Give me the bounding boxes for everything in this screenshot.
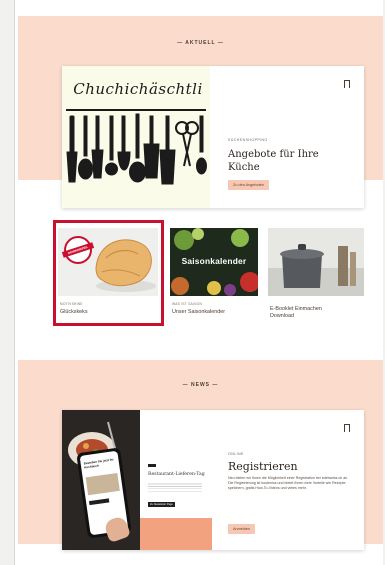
registration-image[interactable]: Bestellen Sie jetzt Ihr Kochbuch Restaur… bbox=[62, 410, 212, 550]
registration-card[interactable]: Bestellen Sie jetzt Ihr Kochbuch Restaur… bbox=[62, 410, 364, 550]
phone-button bbox=[88, 498, 110, 506]
register-button[interactable]: Anmelden bbox=[228, 524, 256, 534]
desktop-button: Zu Newsletter Page bbox=[148, 502, 175, 507]
tile-title[interactable]: E-Booklet Einmachen Download bbox=[270, 306, 340, 320]
kitchen-utensils-illustration bbox=[66, 109, 207, 185]
salmon-block bbox=[140, 518, 212, 550]
phone-image bbox=[85, 472, 120, 496]
registration-text: Neu bieten wir Ihnen die Möglichkeit ein… bbox=[228, 476, 349, 491]
highlight-frame bbox=[53, 220, 164, 326]
offers-card[interactable]: Chuchichäschtli KÜCHENSHOPPING Angebote … bbox=[62, 66, 364, 208]
registration-title[interactable]: Registrieren bbox=[228, 460, 298, 473]
phone-headline: Bestellen Sie jetzt Ihr Kochbuch bbox=[83, 457, 114, 470]
section-heading-current: — AKTUELL — bbox=[177, 40, 224, 46]
tile-title[interactable]: Unser Saisonkalender bbox=[172, 309, 225, 316]
offers-title[interactable]: Angebote für Ihre Küche bbox=[228, 148, 348, 174]
season-calendar-image[interactable]: Saisonkalender bbox=[170, 228, 258, 296]
tile-season-calendar[interactable]: Saisonkalender WAS IST SAISON Unser Sais… bbox=[170, 228, 260, 320]
offers-button[interactable]: Zu den Angeboten bbox=[228, 180, 270, 190]
desktop-title: Restaurant-Lieferen-Tag bbox=[148, 472, 205, 477]
registration-eyebrow: ONLINE bbox=[228, 452, 244, 456]
ebooklet-image[interactable] bbox=[268, 228, 364, 296]
season-calendar-overlay-text: Saisonkalender bbox=[181, 256, 247, 266]
desktop-mockup: Restaurant-Lieferen-Tag Zu Newsletter Pa… bbox=[146, 462, 206, 512]
bookmark-icon[interactable] bbox=[344, 80, 350, 90]
desktop-logo bbox=[148, 464, 156, 467]
desktop-text bbox=[148, 482, 202, 492]
tile-ebooklet[interactable]: E-Booklet Einmachen Download bbox=[268, 228, 364, 328]
section-heading-news: — NEWS — bbox=[182, 382, 219, 388]
tile-label: WAS IST SAISON bbox=[172, 302, 203, 306]
cooking-pot-illustration bbox=[268, 228, 364, 296]
bookmark-icon[interactable] bbox=[344, 424, 350, 434]
chuchichaeschtli-image[interactable]: Chuchichäschtli bbox=[62, 66, 210, 208]
offers-eyebrow: KÜCHENSHOPPING bbox=[228, 138, 268, 142]
